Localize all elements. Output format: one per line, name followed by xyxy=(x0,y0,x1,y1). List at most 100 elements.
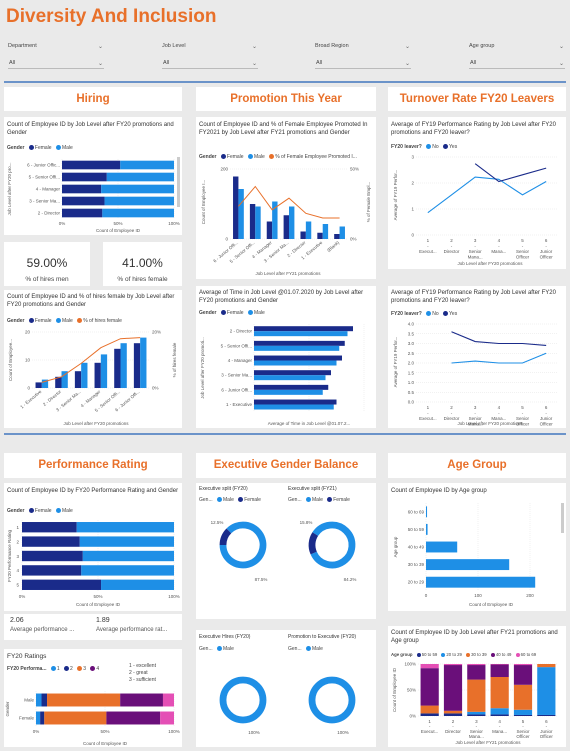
age-group-chart-card[interactable]: Count of Employee ID by Age group 0 100 20… xyxy=(388,483,566,611)
promotion-chart2-card[interactable]: Average of Time in Job Level @01.07.2020… xyxy=(196,286,376,428)
bar-segment xyxy=(36,693,42,707)
x-tick-label: - xyxy=(427,411,429,416)
y-tick-label: 5 - Senior Offi... xyxy=(221,343,252,348)
slicer-job-level[interactable]: Job Level ⌄ All ⌄ xyxy=(162,43,258,70)
slicer-label: Age group xyxy=(469,43,495,49)
bar-segment xyxy=(22,579,102,590)
y-tick-label: 60 to 69 xyxy=(408,509,425,514)
kpi-hires-female: 41.00% % of hires female xyxy=(103,242,182,286)
performance-chart-card[interactable]: Count of Employee ID by FY20 Performance… xyxy=(4,483,182,611)
slicer-label: Job Level xyxy=(162,43,186,49)
bar-segment xyxy=(76,522,174,533)
slicer-broad-region[interactable]: Broad Region ⌄ All ⌄ xyxy=(315,43,411,70)
bar-segment xyxy=(490,664,509,677)
slicer-value[interactable]: All xyxy=(469,59,565,69)
y-tick-label: 1.0 xyxy=(408,380,415,385)
bar-segment xyxy=(104,196,174,206)
hiring-header: Hiring xyxy=(4,87,182,111)
x-tick-label: 2 xyxy=(450,405,453,410)
bar xyxy=(140,337,147,388)
slicer-value[interactable]: All xyxy=(315,59,411,69)
y-tick-label: 200 xyxy=(220,167,228,172)
bar-segment xyxy=(22,550,83,562)
fy20-ratings-card[interactable]: FY20 Ratings FY20 Performa... 1 2 3 4 1 … xyxy=(4,649,182,747)
performance-rating-chart: 0% 50% 100% 1 2 3 4 5 Count of Employee ID FY20 P… xyxy=(7,520,180,607)
y-tick-label: 2 - Director xyxy=(38,211,61,216)
x-axis-title: Count of Employee ID xyxy=(469,602,514,607)
bar-segment xyxy=(490,677,509,709)
x-tick-label: - xyxy=(498,244,500,249)
bar-segment xyxy=(513,664,533,666)
bar-segment xyxy=(490,664,509,665)
hiring-chart1-card[interactable]: Count of Employee ID by Job Level after … xyxy=(4,117,182,235)
age-joblevel-card[interactable]: Count of Employee ID by Job Level after … xyxy=(388,626,566,747)
x-tick-label: Officer xyxy=(540,734,554,739)
exec-hires-card[interactable]: Executive Hires (FY20) Promotion to Exec… xyxy=(196,630,376,747)
slicer-value[interactable]: All xyxy=(162,59,258,69)
bar xyxy=(100,354,108,388)
hiring-chart2-card[interactable]: Count of Employee ID and % of hires fema… xyxy=(4,290,182,428)
data-label: 84.2% xyxy=(344,577,357,582)
x-axis-title: Count of Employee ID xyxy=(83,741,128,746)
turnover-header: Turnover Rate FY20 Leavers xyxy=(388,87,566,111)
y-tick-label: 0 xyxy=(27,386,30,391)
y-tick-label: 2 xyxy=(411,181,414,186)
x-tick-label: 50% xyxy=(93,594,102,599)
bar-segment xyxy=(62,196,105,206)
x-tick-label: Officer xyxy=(540,422,554,427)
bar-segment xyxy=(22,536,80,547)
turnover-perf-chart-2: 0.00.51.01.52.02.53.03.54.01-Execut...2-… xyxy=(393,322,558,427)
bar xyxy=(426,506,428,518)
bar xyxy=(339,226,345,239)
bar-segment xyxy=(420,668,439,706)
slicer-label: Broad Region xyxy=(315,43,349,49)
x-tick-label: Director xyxy=(444,249,460,254)
bar-segment xyxy=(467,664,486,666)
bar xyxy=(254,404,334,410)
y-tick-label: 0% xyxy=(409,714,416,719)
bar xyxy=(114,348,121,388)
x-tick-label: 100% xyxy=(168,594,180,599)
y-tick-label: 3 - Senior Ma... xyxy=(221,373,252,378)
exec-split-card[interactable]: Executive split (FY20) Executive split (… xyxy=(196,483,376,619)
bar-segment xyxy=(467,711,486,715)
bar-segment xyxy=(101,579,174,590)
x-tick-label: 100% xyxy=(168,221,180,226)
x-axis-title: Job Level after FY20 promotions xyxy=(457,421,523,426)
bar-segment xyxy=(62,208,103,218)
promotion-count-chart: 02000%50%6 - Junior Offi...5 - Senior Of… xyxy=(201,167,371,277)
y-axis-title: Job Level after FY20 promoti... xyxy=(200,337,205,399)
chevron-down-icon: ⌄ xyxy=(251,44,257,50)
y2-axis-title: % of Female Empl... xyxy=(366,182,371,223)
scrollbar xyxy=(561,503,564,533)
bar xyxy=(254,375,326,381)
bar-segment xyxy=(467,665,486,680)
y-tick-label: 3.5 xyxy=(408,331,415,336)
promotion-chart1-card[interactable]: Count of Employee ID and % of Female Emp… xyxy=(196,117,376,279)
y2-tick-label: 0% xyxy=(152,386,159,391)
turnover-chart2-card[interactable]: Average of FY19 Performance Rating by Jo… xyxy=(388,286,566,428)
bar xyxy=(81,362,88,388)
data-label: 100% xyxy=(248,730,260,735)
bar-segment xyxy=(513,714,533,716)
x-tick-label: Director xyxy=(445,729,461,734)
y-tick-label: 50 to 59 xyxy=(408,527,425,532)
turnover-chart1-card[interactable]: Average of FY19 Performance Rating by Jo… xyxy=(388,117,566,269)
kpi-value: 2.06 xyxy=(10,617,24,624)
bar xyxy=(249,204,256,239)
chevron-down-icon: ⌄ xyxy=(558,61,564,67)
slicer-department[interactable]: Department ⌄ All ⌄ xyxy=(8,43,104,70)
kpi-label: % of hires men xyxy=(25,276,69,283)
y-tick-label: Male xyxy=(24,698,34,703)
x-tick-label: Officer xyxy=(540,255,554,260)
bar-segment xyxy=(443,713,463,716)
y-tick-label: 4.0 xyxy=(408,322,415,327)
x-tick-label: Mana... xyxy=(468,255,483,260)
slicer-value[interactable]: All xyxy=(8,59,104,69)
bar-segment xyxy=(36,711,41,725)
donut-slice xyxy=(308,676,356,724)
slicer-age-group[interactable]: Age group ⌄ All ⌄ xyxy=(469,43,565,70)
x-tick-label: Mana... xyxy=(492,729,507,734)
x-tick-label: 1 xyxy=(427,405,430,410)
bar-segment xyxy=(81,565,174,576)
